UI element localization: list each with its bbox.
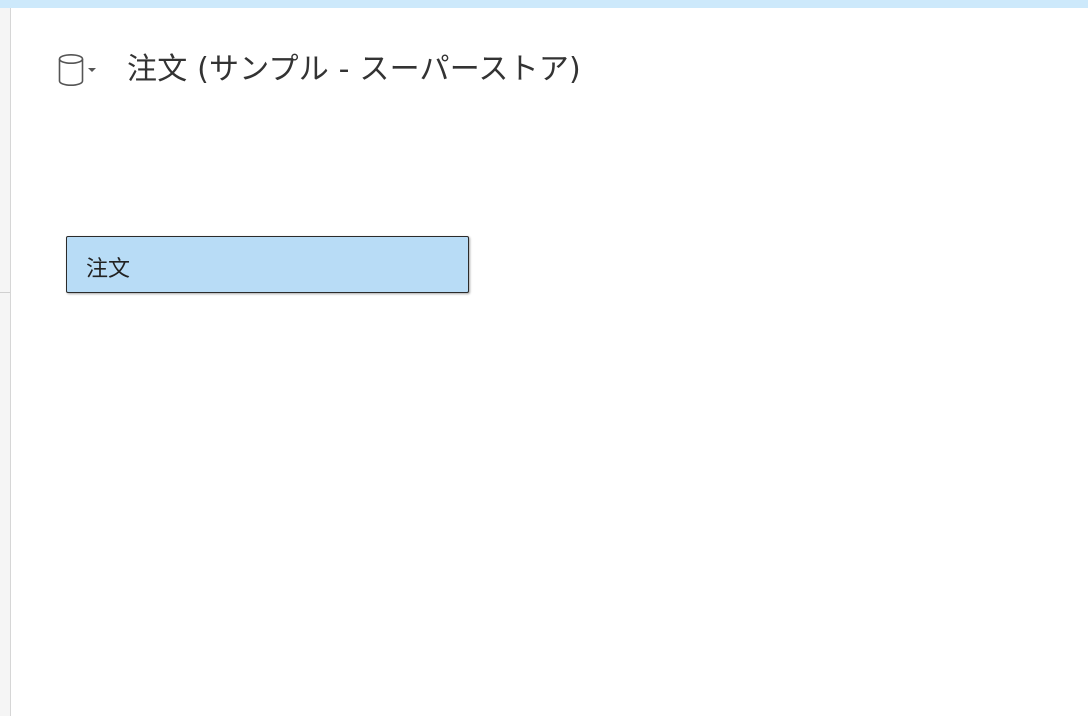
- table-item-orders[interactable]: 注文: [66, 236, 469, 293]
- table-item-label: 注文: [86, 257, 131, 282]
- left-panel-edge[interactable]: [0, 8, 11, 716]
- database-icon: [58, 54, 84, 86]
- datasource-menu-button[interactable]: [57, 50, 98, 90]
- chevron-down-icon: [88, 68, 96, 72]
- panel-divider: [0, 292, 10, 293]
- data-source-canvas[interactable]: 注文 (サンプル - スーパーストア) 注文: [11, 8, 1088, 716]
- datasource-header: 注文 (サンプル - スーパーストア): [57, 50, 581, 90]
- top-highlight-strip: [0, 0, 1088, 8]
- datasource-title[interactable]: 注文 (サンプル - スーパーストア): [127, 50, 581, 90]
